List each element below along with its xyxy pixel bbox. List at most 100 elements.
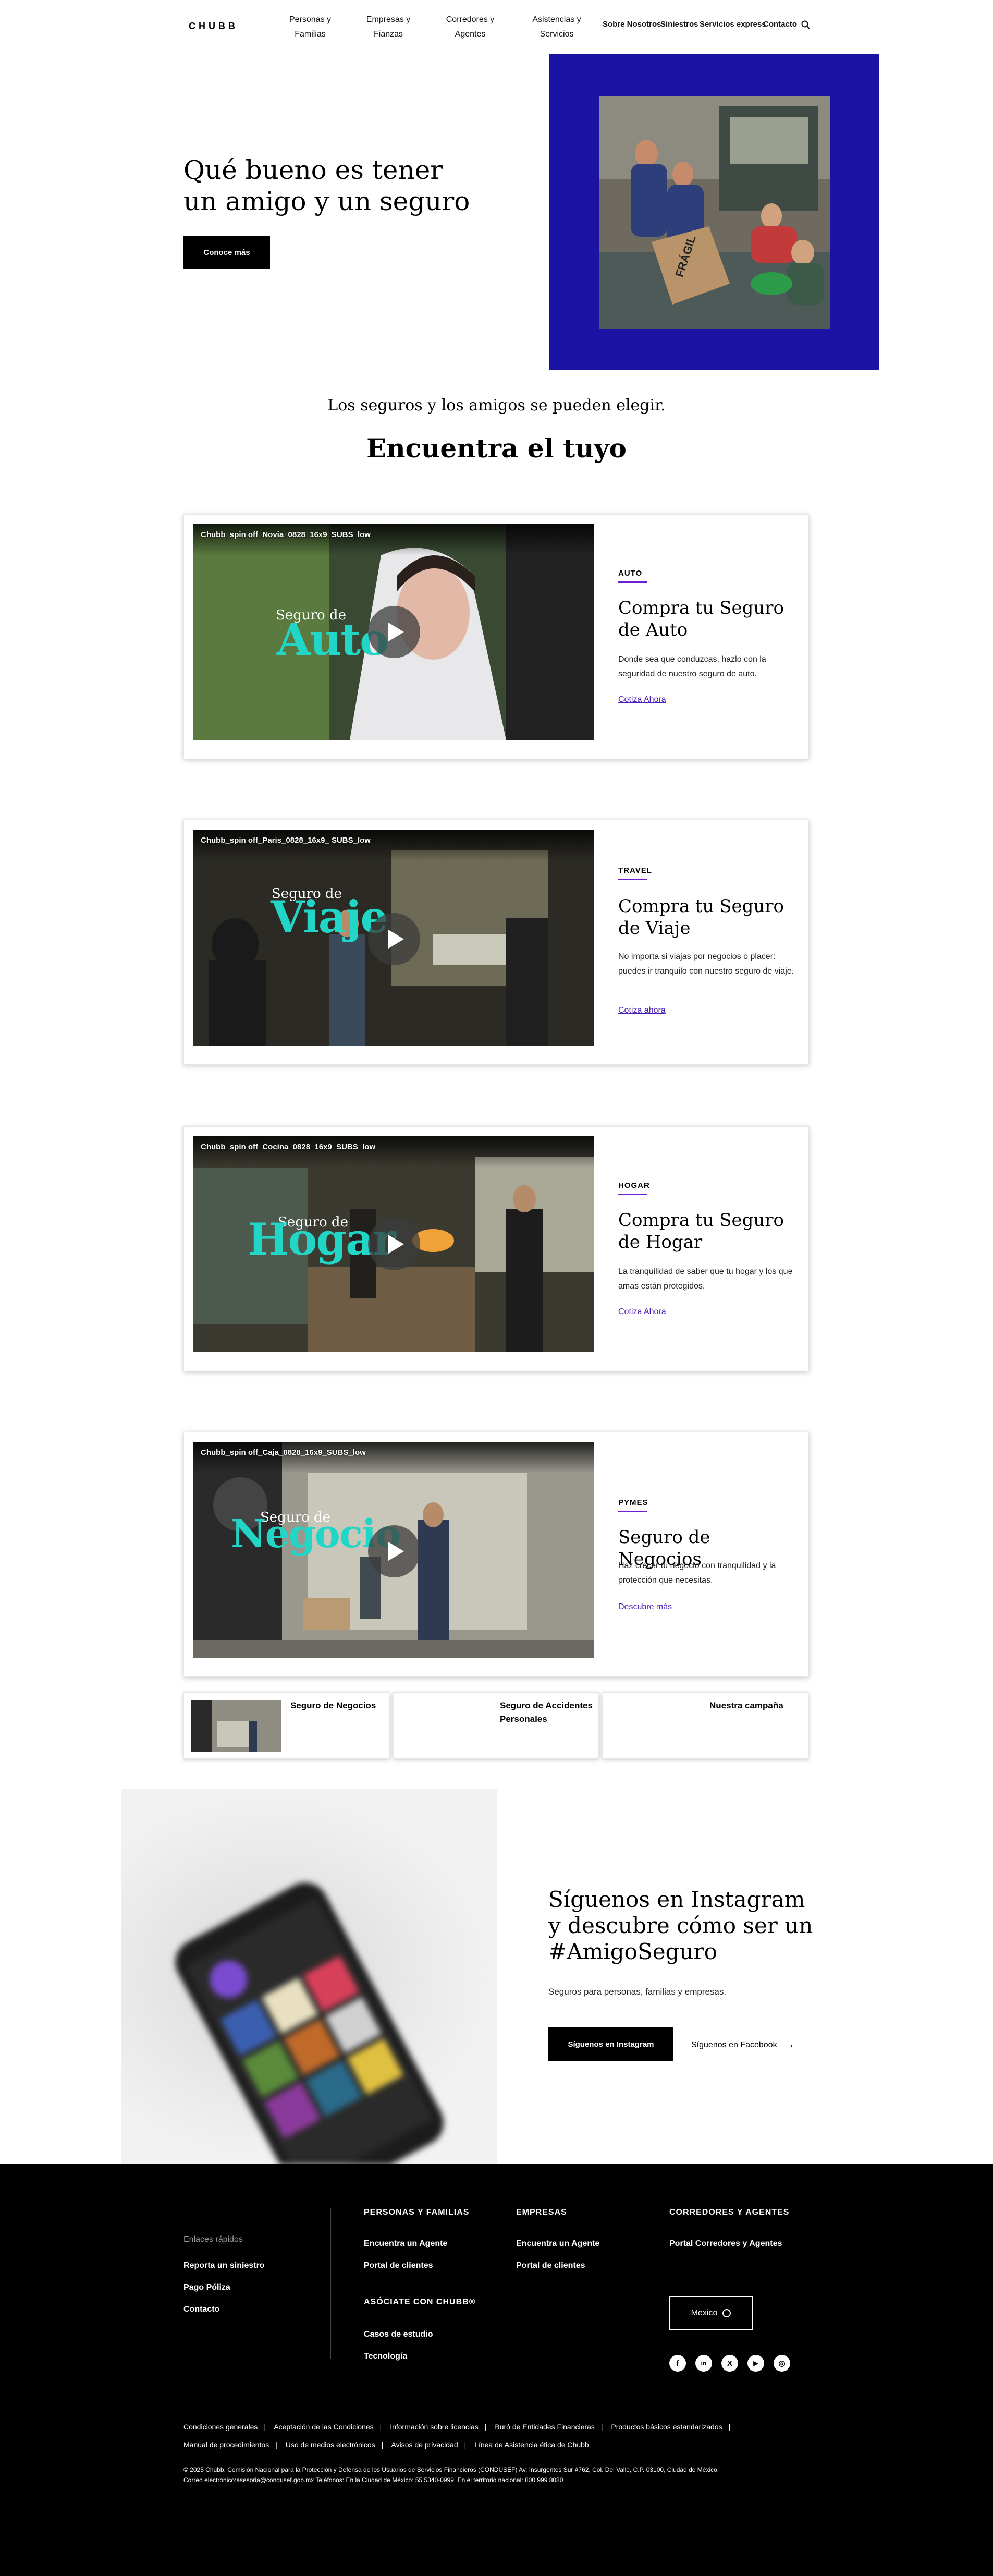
footer-heading-asociate: ASÓCIATE CON CHUBB® xyxy=(364,2298,476,2306)
instagram-phone-image xyxy=(121,1789,497,2165)
youtube-icon[interactable]: ▶ xyxy=(747,2355,764,2372)
footer-link[interactable]: Portal Corredores y Agentes xyxy=(669,2239,782,2249)
footer-link[interactable]: Encuentra un Agente xyxy=(516,2239,599,2249)
mini-card-title: Nuestra campaña xyxy=(709,1700,783,1710)
eyebrow-underline xyxy=(618,1194,647,1195)
facebook-icon[interactable]: f xyxy=(669,2355,686,2372)
footer-link[interactable]: Tecnología xyxy=(364,2352,407,2361)
hero-title: Qué bueno es tener un amigo y un seguro xyxy=(183,155,470,216)
legal-link[interactable]: Línea de Asistencia ética de Chubb xyxy=(474,2440,589,2449)
video-player-viaje[interactable]: Chubb_spin off_Paris_0828_16x9_ SUBS_low… xyxy=(193,830,594,1046)
legal-link[interactable]: Productos básicos estandarizados xyxy=(611,2423,722,2431)
mini-card-negocios[interactable]: Seguro de Negocios xyxy=(183,1692,389,1759)
legal-links-row-1: Condiciones generales | Aceptación de las… xyxy=(183,2423,731,2431)
legal-link[interactable]: Buró de Entidades Financieras xyxy=(495,2423,594,2431)
card-eyebrow: PYMES xyxy=(618,1498,648,1507)
facebook-link[interactable]: Síguenos en Facebook → xyxy=(691,2039,795,2051)
play-icon[interactable] xyxy=(368,913,420,965)
country-label: Mexico xyxy=(691,2308,718,2317)
section-title: Encuentra el tuyo xyxy=(366,433,627,464)
mini-card-campana[interactable]: Nuestra campaña xyxy=(603,1692,808,1759)
eyebrow-underline xyxy=(618,879,647,880)
product-card-auto: Chubb_spin off_Novia_0828_16x9_SUBS_low … xyxy=(183,514,809,759)
quick-links-title: Enlaces rápidos xyxy=(183,2235,243,2244)
video-player-auto[interactable]: Chubb_spin off_Novia_0828_16x9_SUBS_low … xyxy=(193,524,594,740)
card-description: Haz crecer tu negocio con tranquilidad y… xyxy=(618,1561,776,1585)
card-title: Compra tu Seguro de Viaje xyxy=(618,896,784,939)
footer-heading-corredores: CORREDORES Y AGENTES xyxy=(669,2208,790,2217)
legal-link[interactable]: Manual de procedimientos xyxy=(183,2440,269,2449)
card-eyebrow: TRAVEL xyxy=(618,866,652,875)
site-footer: Enlaces rápidos Reporta un siniestro Pag… xyxy=(0,2164,993,2576)
nav-siniestros[interactable]: Siniestros xyxy=(660,20,698,29)
tagline: Los seguros y los amigos se pueden elegi… xyxy=(327,396,666,415)
product-card-negocios: Chubb_spin off_Caja_0828_16x9_SUBS_low S… xyxy=(183,1432,809,1677)
footer-link[interactable]: Portal de clientes xyxy=(364,2261,433,2270)
country-selector[interactable]: Mexico xyxy=(669,2296,753,2330)
eyebrow-underline xyxy=(618,1511,647,1512)
arrow-right-icon: → xyxy=(784,2039,795,2050)
footer-link-siniestro[interactable]: Reporta un siniestro xyxy=(183,2261,265,2270)
cotiza-ahora-link[interactable]: Cotiza Ahora xyxy=(618,695,666,704)
cotiza-ahora-link[interactable]: Cotiza ahora xyxy=(618,1006,666,1015)
footer-link-pago[interactable]: Pago Póliza xyxy=(183,2283,230,2292)
instagram-title: Síguenos en Instagram y descubre cómo se… xyxy=(548,1887,813,1964)
product-card-hogar: Chubb_spin off_Cocina_0828_16x9_SUBS_low… xyxy=(183,1126,809,1371)
nav-contacto[interactable]: Contacto xyxy=(763,20,797,29)
footer-link[interactable]: Casos de estudio xyxy=(364,2330,433,2339)
legal-link[interactable]: Uso de medios electrónicos xyxy=(286,2440,375,2449)
legal-link[interactable]: Avisos de privacidad xyxy=(391,2440,458,2449)
cotiza-ahora-link[interactable]: Cotiza Ahora xyxy=(618,1307,666,1317)
hero-photo: FRÁGIL xyxy=(599,96,830,329)
instagram-description: Seguros para personas, familias y empres… xyxy=(548,1987,727,1997)
footer-link[interactable]: Portal de clientes xyxy=(516,2261,585,2270)
nav-servicios-express[interactable]: Servicios express xyxy=(700,20,766,29)
footer-heading-personas: PERSONAS Y FAMILIAS xyxy=(364,2208,470,2217)
mini-card-title: Seguro de Negocios xyxy=(290,1700,376,1710)
nav-personas[interactable]: Personas y Familias xyxy=(286,13,335,42)
play-icon[interactable] xyxy=(368,606,420,658)
copyright-text: © 2025 Chubb. Comisión Nacional para la … xyxy=(183,2466,719,2484)
card-eyebrow: HOGAR xyxy=(618,1181,650,1190)
instagram-icon[interactable]: ◎ xyxy=(774,2355,790,2372)
legal-link[interactable]: Aceptación de las Condiciones xyxy=(274,2423,373,2431)
video-title: Chubb_spin off_Paris_0828_16x9_ SUBS_low xyxy=(201,836,371,845)
video-player-hogar[interactable]: Chubb_spin off_Cocina_0828_16x9_SUBS_low… xyxy=(193,1136,594,1352)
legal-links-row-2: Manual de procedimientos | Uso de medios … xyxy=(183,2440,589,2449)
descubre-mas-link[interactable]: Descubre más xyxy=(618,1602,672,1612)
legal-link[interactable]: Información sobre licencias xyxy=(390,2423,479,2431)
play-icon[interactable] xyxy=(368,1218,420,1270)
x-icon[interactable]: X xyxy=(721,2355,738,2372)
footer-divider xyxy=(330,2208,331,2359)
card-description: La tranquilidad de saber que tu hogar y … xyxy=(618,1267,793,1291)
linkedin-icon[interactable]: in xyxy=(695,2355,712,2372)
nav-empresas[interactable]: Empresas y Fianzas xyxy=(364,13,413,42)
card-description: Donde sea que conduzcas, hazlo con la se… xyxy=(618,655,766,678)
mini-card-thumbnail xyxy=(191,1700,281,1752)
card-title: Compra tu Seguro de Hogar xyxy=(618,1210,784,1253)
mini-card-title: Seguro de Accidentes Personales xyxy=(500,1700,593,1724)
site-header: CHUBB Personas y Familias Empresas y Fia… xyxy=(0,0,993,54)
play-icon[interactable] xyxy=(368,1525,420,1577)
card-eyebrow: AUTO xyxy=(618,569,643,578)
eyebrow-underline xyxy=(618,581,647,583)
card-description: No importa si viajas por negocios o plac… xyxy=(618,952,794,976)
footer-link[interactable]: Encuentra un Agente xyxy=(364,2239,447,2249)
chubb-logo[interactable]: CHUBB xyxy=(189,21,238,32)
video-title: Chubb_spin off_Caja_0828_16x9_SUBS_low xyxy=(201,1448,366,1457)
instagram-button[interactable]: Síguenos en Instagram xyxy=(548,2027,673,2061)
search-icon[interactable] xyxy=(801,20,811,30)
globe-icon xyxy=(722,2309,731,2317)
nav-corredores[interactable]: Corredores y Agentes xyxy=(444,13,496,42)
legal-link[interactable]: Condiciones generales xyxy=(183,2423,258,2431)
footer-heading-empresas: EMPRESAS xyxy=(516,2208,567,2217)
facebook-link-label: Síguenos en Facebook xyxy=(691,2040,777,2049)
video-player-negocios[interactable]: Chubb_spin off_Caja_0828_16x9_SUBS_low S… xyxy=(193,1442,594,1658)
mini-card-accidentes[interactable]: Seguro de Accidentes Personales xyxy=(393,1692,599,1759)
video-title: Chubb_spin off_Novia_0828_16x9_SUBS_low xyxy=(201,530,371,539)
video-title: Chubb_spin off_Cocina_0828_16x9_SUBS_low xyxy=(201,1143,376,1151)
nav-sobre-nosotros[interactable]: Sobre Nosotros xyxy=(603,20,661,29)
footer-link-contacto[interactable]: Contacto xyxy=(183,2305,219,2314)
nav-asistencias[interactable]: Asistencias y Servicios xyxy=(526,13,587,42)
conoce-mas-button[interactable]: Conoce más xyxy=(183,236,270,269)
